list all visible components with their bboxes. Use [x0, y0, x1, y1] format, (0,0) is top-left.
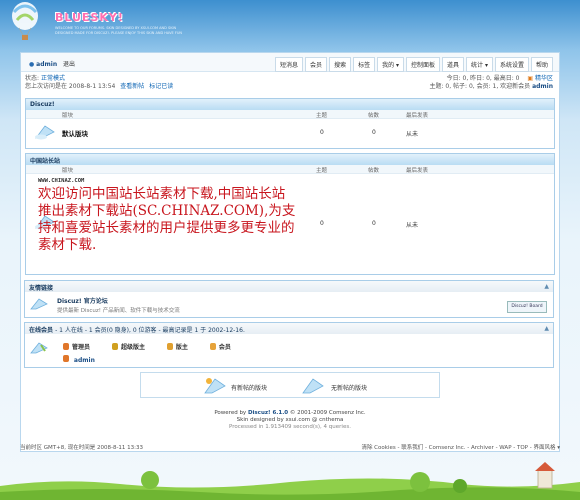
forum-name-link[interactable]: 默认版块: [62, 128, 88, 138]
collapse-icon[interactable]: ▲: [544, 283, 549, 290]
copyright: © 2001-2009 Comsenz Inc.: [289, 410, 366, 416]
stats-today: 今日: 0, 昨日: 0, 最高日: 0: [446, 75, 520, 82]
online-members: 在线会员 - 1 人在线 - 1 会员(0 隐身), 0 位游客 - 最高记录是…: [24, 322, 554, 368]
nav-tags[interactable]: 标签: [353, 57, 376, 72]
logout-link[interactable]: 退出: [63, 61, 75, 68]
new-posts-icon: [204, 378, 226, 394]
category-discuz: Discuz! 版块 主题 帖数 最后发表 默认版块 0 0 从未: [25, 98, 555, 149]
links-title: 友情链接 ▲: [25, 281, 553, 292]
link-desc: 提供最新 Discuz! 产品新闻、软件下载与技术交流: [57, 308, 180, 314]
online-title: 在线会员 - 1 人在线 - 1 会员(0 隐身), 0 位游客 - 最高记录是…: [25, 323, 553, 334]
link-item: Discuz! 官方论坛 提供最新 Discuz! 产品新闻、软件下载与技术交流: [57, 296, 180, 314]
forum-topics: 0: [320, 220, 324, 227]
view-new-posts-link[interactable]: 查看新帖: [120, 83, 144, 90]
forum-posts: 0: [372, 129, 376, 136]
new-member-link[interactable]: admin: [532, 83, 553, 90]
grass-decoration: [0, 462, 580, 500]
user-navbar: ● admin 退出 短消息 会员 搜索 标签 我的 ▾ 控制面板 道具 统计 …: [21, 53, 559, 72]
forum-row: 默认版块 0 0 从未: [26, 119, 554, 147]
main-nav: 短消息 会员 搜索 标签 我的 ▾ 控制面板 道具 统计 ▾ 系统设置 帮助: [273, 57, 553, 72]
user-icon: ●: [29, 61, 35, 68]
status-mode[interactable]: 正常模式: [41, 75, 65, 82]
powered-by: Powered by: [214, 410, 247, 416]
col-posts: 帖数: [368, 168, 380, 174]
member-icon: [209, 343, 216, 350]
nav-search[interactable]: 搜索: [329, 57, 352, 72]
site-logo[interactable]: BLUESKY!: [55, 11, 124, 24]
admin-icon: [63, 343, 69, 350]
footer: Powered by Discuz! 6.1.0 © 2001-2009 Com…: [0, 410, 580, 431]
user-info: ● admin 退出: [29, 59, 75, 68]
forum-last-post: 从未: [406, 222, 419, 229]
column-header: 版块 主题 帖数 最后发表: [26, 165, 554, 174]
forum-stats: 今日: 0, 昨日: 0, 最高日: 0 ▣ 精华区 主题: 0, 帖子: 0,…: [429, 75, 553, 91]
balloon-icon: [12, 2, 38, 40]
col-last-post: 最后发表: [406, 113, 429, 119]
processed-time: Processed in 1.913409 second(s), 4 queri…: [229, 424, 351, 430]
nav-messages[interactable]: 短消息: [275, 57, 304, 72]
forum-last-post: 从未: [406, 131, 419, 138]
admin-icon: [63, 355, 69, 362]
digest-link[interactable]: 精华区: [535, 75, 553, 82]
stats-totals: 主题: 0, 帖子: 0, 会员: 1, 欢迎新会员: [429, 83, 531, 90]
col-posts: 帖数: [368, 113, 380, 119]
forum-name-link[interactable]: 欢迎访问中国站长站素材下载,中国站长站推出素材下载站(SC.CHINAZ.COM…: [38, 186, 298, 254]
nav-members[interactable]: 会员: [305, 57, 328, 72]
bottom-links[interactable]: 清除 Cookies - 联系我们 - Comsenz Inc. - Archi…: [361, 443, 560, 451]
group-legend: 管理员 超级版主 版主 会员: [63, 342, 251, 352]
link-icon: [30, 298, 48, 310]
username-link[interactable]: admin: [36, 61, 57, 68]
friend-links: 友情链接 ▲ Discuz! 官方论坛 提供最新 Discuz! 产品新闻、软件…: [24, 280, 554, 318]
header: BLUESKY! WELCOME TO OUR FORUMS. SKIN DES…: [0, 0, 580, 52]
forum-topics: 0: [320, 129, 324, 136]
new-posts-label: 有新帖的版块: [231, 385, 268, 392]
rss-icon[interactable]: ▣: [527, 75, 533, 82]
collapse-icon[interactable]: ▲: [544, 325, 549, 332]
nav-stats[interactable]: 统计 ▾: [466, 57, 493, 72]
online-icon: [30, 342, 48, 354]
nav-mine[interactable]: 我的 ▾: [377, 57, 405, 72]
forum-cloud-icon: [35, 125, 55, 140]
status-info: 状态: 正常模式 您上次访问是在 2008-8-1 13:54 查看新帖 标记已…: [25, 75, 173, 91]
nav-tools[interactable]: 道具: [442, 57, 465, 72]
legend-mod: 版主: [166, 342, 188, 351]
product-link[interactable]: Discuz! 6.1.0: [248, 410, 288, 416]
mod-icon: [166, 343, 173, 350]
col-forum: 版块: [62, 113, 74, 119]
super-mod-icon: [111, 343, 118, 350]
online-user[interactable]: admin: [63, 355, 95, 364]
online-summary: - 1 人在线 - 1 会员(0 隐身), 0 位游客 - 最高记录是 1 于 …: [55, 327, 245, 334]
skin-credit: Skin designed by xsui.com @ cnthema: [236, 417, 344, 423]
column-header: 版块 主题 帖数 最后发表: [26, 110, 554, 119]
legend-member: 会员: [209, 342, 231, 351]
last-visit: 您上次访问是在 2008-8-1 13:54: [25, 83, 116, 90]
nav-help[interactable]: 帮助: [530, 57, 553, 72]
category-title[interactable]: 中国站长站: [26, 154, 554, 165]
link-name[interactable]: Discuz! 官方论坛: [57, 296, 180, 305]
bottom-bar: 当前时区 GMT+8, 现在时间是 2008-8-11 13:33 清除 Coo…: [20, 443, 560, 451]
col-forum: 版块: [62, 168, 74, 174]
nav-control-panel[interactable]: 控制面板: [406, 57, 441, 72]
legend-super-mod: 超级版主: [111, 342, 145, 351]
col-last-post: 最后发表: [406, 168, 429, 174]
forum-posts: 0: [372, 220, 376, 227]
site-tagline: WELCOME TO OUR FORUMS. SKIN DESIGNED BY …: [55, 26, 183, 35]
nav-settings[interactable]: 系统设置: [494, 57, 529, 72]
no-new-posts-label: 无新帖的版块: [331, 385, 368, 392]
online-username[interactable]: admin: [74, 357, 95, 364]
status-label: 状态:: [25, 75, 40, 82]
discuz-badge[interactable]: Discuz! Board: [507, 301, 547, 313]
col-topics: 主题: [316, 113, 328, 119]
col-topics: 主题: [316, 168, 328, 174]
legend-admin: 管理员: [63, 342, 90, 351]
timezone-info: 当前时区 GMT+8, 现在时间是 2008-8-11 13:33: [20, 445, 144, 451]
mark-read-link[interactable]: 标记已读: [149, 83, 173, 90]
forum-status-legend: 有新帖的版块 无新帖的版块: [140, 372, 440, 398]
category-title[interactable]: Discuz!: [26, 99, 554, 110]
online-title-text[interactable]: 在线会员: [29, 327, 53, 334]
no-new-posts-icon: [302, 378, 324, 394]
forum-url[interactable]: WWW.CHINAZ.COM: [38, 178, 84, 184]
